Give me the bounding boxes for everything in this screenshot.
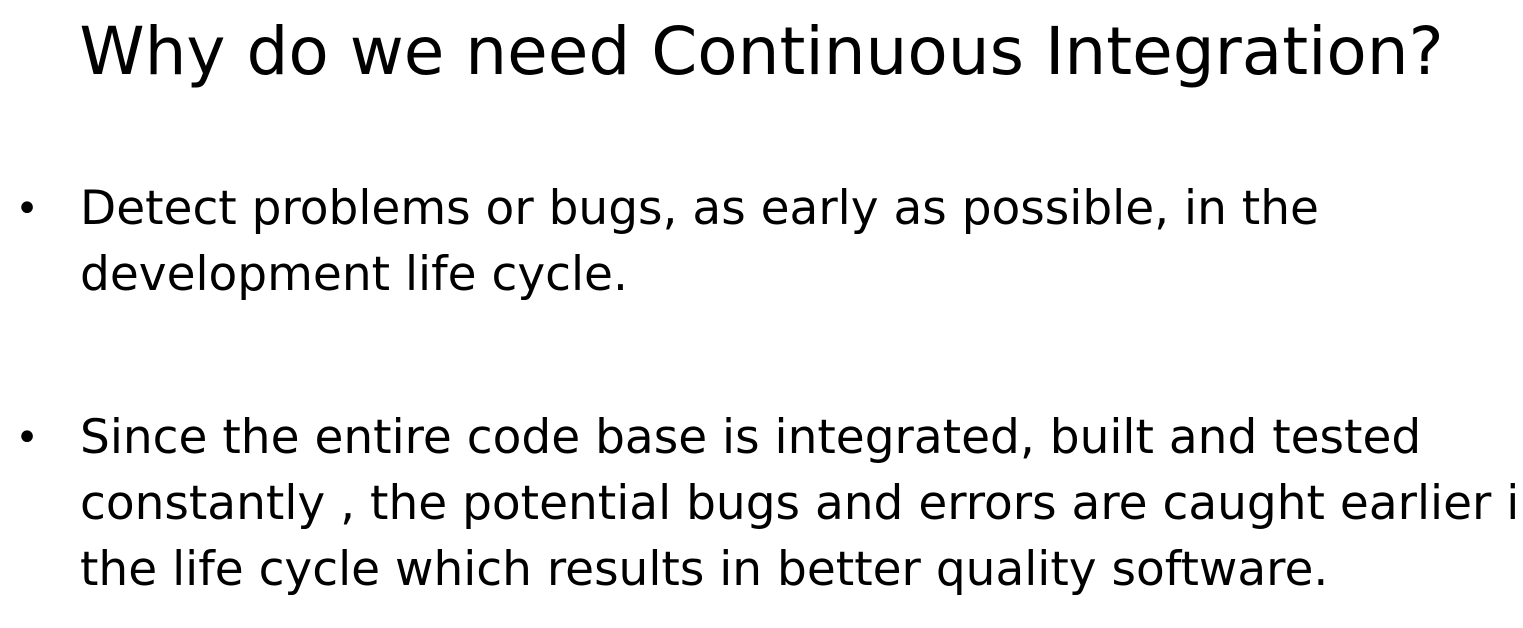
slide-title: Why do we need Continuous Integration? xyxy=(79,13,1444,90)
bullet-marker: • xyxy=(15,186,39,232)
slide: Why do we need Continuous Integration? •… xyxy=(0,0,1523,628)
bullet-text: Since the entire code base is integrated… xyxy=(80,405,1523,603)
bullet-line: Detect problems or bugs, as early as pos… xyxy=(80,181,1319,236)
bullet-line: the life cycle which results in better q… xyxy=(80,542,1329,597)
bullet-marker: • xyxy=(15,415,39,461)
bullet-line: constantly , the potential bugs and erro… xyxy=(80,476,1523,531)
bullet-line: development life cycle. xyxy=(80,247,628,302)
bullet-text: Detect problems or bugs, as early as pos… xyxy=(80,176,1510,308)
bullet-line: Since the entire code base is integrated… xyxy=(80,410,1422,465)
